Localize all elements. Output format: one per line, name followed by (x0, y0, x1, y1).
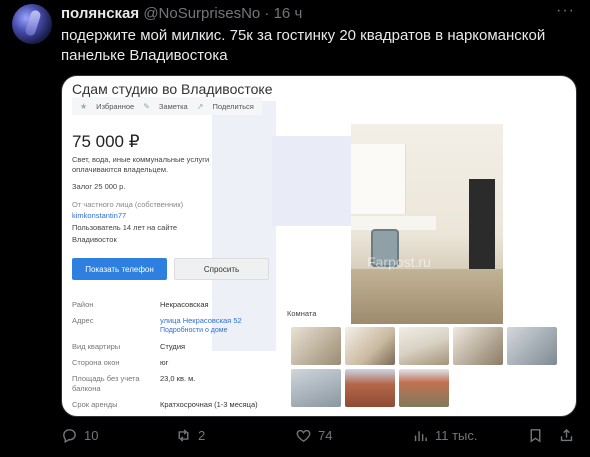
show-phone-button: Показать телефон (72, 258, 167, 280)
listing-title: Сдам студию во Владивостоке (72, 81, 273, 97)
heart-icon (296, 429, 311, 443)
share-icon: ↗ (196, 101, 204, 111)
owner-since: Пользователь 14 лет на сайте (72, 223, 178, 232)
param-value: юг (160, 358, 169, 367)
photo-caption: Комната (287, 309, 317, 318)
reply-count: 10 (84, 428, 99, 443)
tweet-media-image[interactable]: Сдам студию во Владивостоке ★ Избранное … (61, 75, 577, 417)
listing-params: Район Некрасовская Адрес улица Некрасовс… (72, 300, 312, 416)
param-key: Площадь без учета балкона (72, 374, 140, 393)
floor (351, 269, 503, 324)
more-options-icon[interactable]: ··· (556, 3, 576, 21)
kitchen-counter (351, 216, 436, 230)
owner-name-link: kimkonstantin77 (72, 211, 127, 220)
favorite-label: Избранное (96, 101, 135, 111)
bookmark-button[interactable] (527, 427, 544, 444)
photo-watermark: Farpost.ru (367, 254, 431, 270)
like-count: 74 (318, 428, 333, 443)
param-key: Вид квартиры (72, 342, 121, 351)
note-icon: ✎ (143, 101, 150, 111)
listing-price: 75 000 ₽ (72, 132, 140, 151)
photo-thumbnails (291, 327, 561, 407)
param-value-group: улица Некрасовская 52 Подробности о доме (160, 316, 242, 336)
param-value: Кратхосрочная (1-3 месяца) (160, 400, 258, 409)
bookmark-icon (530, 429, 541, 443)
author-avatar[interactable] (12, 4, 52, 44)
utilities-note: Свет, вода, иные коммунальные услуги опл… (72, 155, 210, 174)
views-count: 11 тыс. (435, 428, 478, 443)
thumbnail-photo (291, 369, 341, 407)
like-button[interactable]: 74 (295, 427, 332, 444)
reply-button[interactable]: 10 (61, 427, 98, 444)
param-value: Студия (160, 342, 186, 351)
main-room-photo: Farpost.ru (351, 124, 503, 324)
tweet-timestamp[interactable]: 16 ч (274, 5, 303, 22)
note-label: Заметка (158, 101, 188, 111)
param-key: Срок аренды (72, 400, 118, 409)
thumbnail-photo (453, 327, 503, 365)
entrance-door (469, 179, 495, 269)
param-key: Сторона окон (72, 358, 120, 367)
thumbnail-photo (507, 327, 557, 365)
share-icon (560, 428, 573, 442)
param-row: Срок аренды Кратхосрочная (1-3 месяца) (72, 400, 312, 410)
views-icon (414, 431, 427, 442)
param-row: Сторона окон юг (72, 358, 312, 368)
listing-actions-bar: ★ Избранное ✎ Заметка ↗ Поделиться (72, 97, 262, 115)
reply-icon (63, 429, 76, 444)
repost-button[interactable]: 2 (175, 427, 205, 444)
owner-type: От частного лица (собственник) (72, 200, 184, 209)
repost-count: 2 (198, 428, 206, 443)
param-value: улица Некрасовская 52 (160, 316, 242, 325)
thumbnail-photo (399, 369, 449, 407)
thumbnail-photo (345, 327, 395, 365)
deposit-text: Залог 25 000 р. (72, 182, 126, 191)
param-row: Район Некрасовская (72, 300, 312, 310)
author-name[interactable]: полянская (61, 5, 139, 22)
separator-dot: · (264, 5, 270, 22)
kitchen-cabinet (351, 144, 406, 214)
author-handle[interactable]: @NoSurprisesNo (143, 5, 260, 22)
star-icon: ★ (80, 101, 88, 111)
watermark-shape (272, 136, 352, 226)
share-button[interactable] (558, 427, 575, 444)
thumbnail-photo (399, 327, 449, 365)
param-row: Адрес улица Некрасовская 52 Подробности … (72, 316, 312, 336)
param-key: Адрес (72, 316, 94, 325)
param-row: Площадь без учета балкона 23,0 кв. м. (72, 374, 312, 394)
param-row: Вид квартиры Студия (72, 342, 312, 352)
repost-icon (178, 429, 189, 442)
share-label: Поделиться (212, 101, 254, 111)
param-key: Район (72, 300, 94, 309)
house-details-link: Подробности о доме (160, 327, 228, 334)
param-value: Некрасовская (160, 300, 209, 309)
views-button[interactable]: 11 тыс. (412, 427, 478, 444)
ask-button: Спросить (174, 258, 269, 280)
thumbnail-photo (291, 327, 341, 365)
tweet-header: полянская @NoSurprisesNo · 16 ч (61, 4, 302, 24)
tweet-actions: 10 2 74 11 тыс. (61, 427, 577, 447)
owner-city: Владивосток (72, 235, 117, 244)
thumbnail-photo (345, 369, 395, 407)
param-value: 23,0 кв. м. (160, 374, 196, 383)
tweet-text: подержите мой милкис. 75к за гостинку 20… (61, 27, 546, 64)
